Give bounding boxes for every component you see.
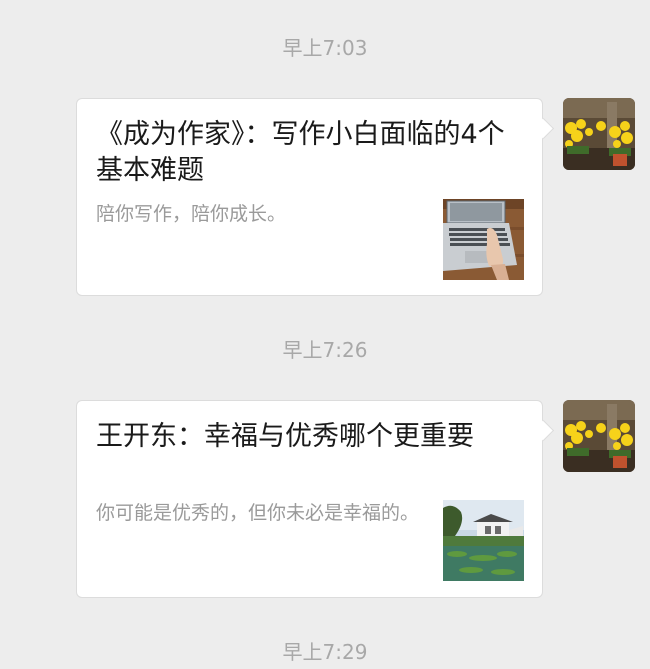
- yellow-flowers-avatar-icon: [563, 400, 635, 472]
- laptop-typing-photo-icon: [443, 199, 524, 280]
- article-thumbnail: [443, 199, 524, 280]
- avatar[interactable]: [563, 400, 635, 472]
- timestamp: 早上7:29: [282, 640, 368, 664]
- timestamp: 早上7:26: [282, 338, 368, 362]
- article-description: 你可能是优秀的，但你未必是幸福的。: [96, 502, 420, 524]
- article-title: 王开东：幸福与优秀哪个更重要: [96, 421, 474, 452]
- article-card[interactable]: 《成为作家》：写作小白面临的4个基本难题 陪你写作，陪你成长。: [76, 98, 543, 296]
- article-card[interactable]: 王开东：幸福与优秀哪个更重要 你可能是优秀的，但你未必是幸福的。: [76, 400, 543, 598]
- garden-pavilion-photo-icon: [443, 500, 524, 581]
- article-thumbnail: [443, 500, 524, 581]
- yellow-flowers-avatar-icon: [563, 98, 635, 170]
- article-title: 《成为作家》：写作小白面临的4个基本难题: [96, 119, 505, 186]
- timestamp: 早上7:03: [282, 36, 368, 60]
- avatar[interactable]: [563, 98, 635, 170]
- article-description: 陪你写作，陪你成长。: [96, 203, 287, 225]
